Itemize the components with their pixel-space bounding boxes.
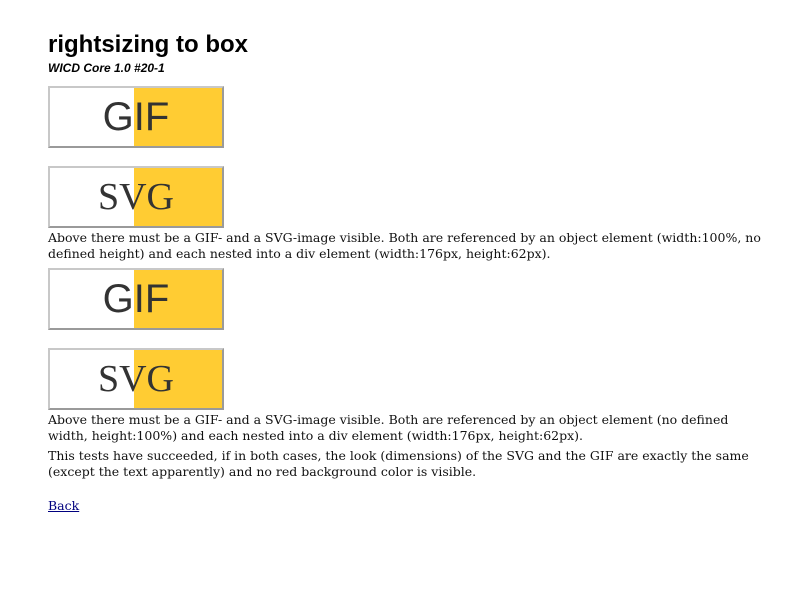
section2-description: Above there must be a GIF- and a SVG-ima… bbox=[48, 412, 729, 443]
page-content: rightsizing to box WICD Core 1.0 #20-1 G… bbox=[48, 30, 768, 514]
svg-image-label: SVG bbox=[97, 358, 175, 400]
svg-image-box-height: SVG bbox=[48, 348, 224, 410]
gif-image-box-height: GIF bbox=[48, 268, 224, 330]
back-link[interactable]: Back bbox=[48, 498, 79, 513]
success-note: This tests have succeeded, if in both ca… bbox=[48, 448, 749, 479]
gif-image-label: GIF bbox=[102, 276, 170, 321]
page-title: rightsizing to box bbox=[48, 31, 248, 58]
section1-description: Above there must be a GIF- and a SVG-ima… bbox=[48, 230, 761, 261]
gif-image-label: GIF bbox=[102, 94, 170, 139]
svg-image-label: SVG bbox=[97, 176, 175, 218]
page-subtitle: WICD Core 1.0 #20-1 bbox=[48, 61, 165, 75]
gif-image-box-width: GIF bbox=[48, 86, 224, 148]
svg-image-box-width: SVG bbox=[48, 166, 224, 228]
